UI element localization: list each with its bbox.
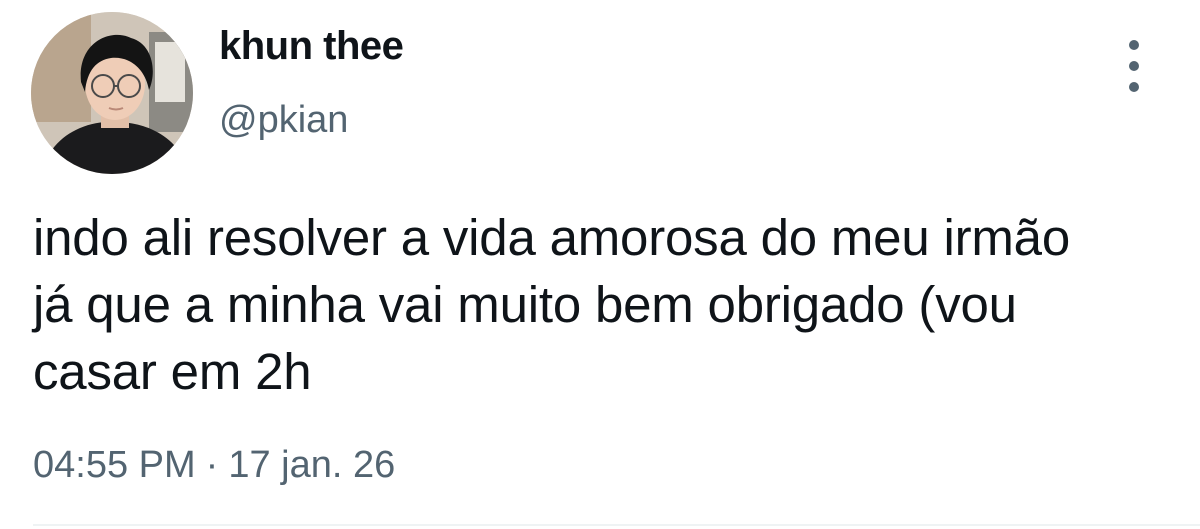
dot — [1129, 40, 1139, 50]
dot — [1129, 82, 1139, 92]
divider — [33, 524, 1200, 526]
user-handle[interactable]: @pkian — [219, 99, 348, 142]
more-vertical-icon[interactable] — [1114, 40, 1154, 92]
avatar[interactable] — [31, 12, 193, 174]
tweet-date: 17 jan. 26 — [228, 444, 396, 486]
tweet-time: 04:55 PM — [33, 444, 196, 486]
display-name[interactable]: khun thee — [219, 24, 404, 69]
tweet-text: indo ali resolver a vida amorosa do meu … — [33, 209, 1070, 400]
dot — [1129, 61, 1139, 71]
tweet-card: khun thee @pkian indo ali resolver a vid… — [0, 0, 1200, 529]
meta-separator: · — [205, 444, 219, 486]
tweet-timestamp[interactable]: 04:55 PM · 17 jan. 26 — [33, 444, 395, 487]
